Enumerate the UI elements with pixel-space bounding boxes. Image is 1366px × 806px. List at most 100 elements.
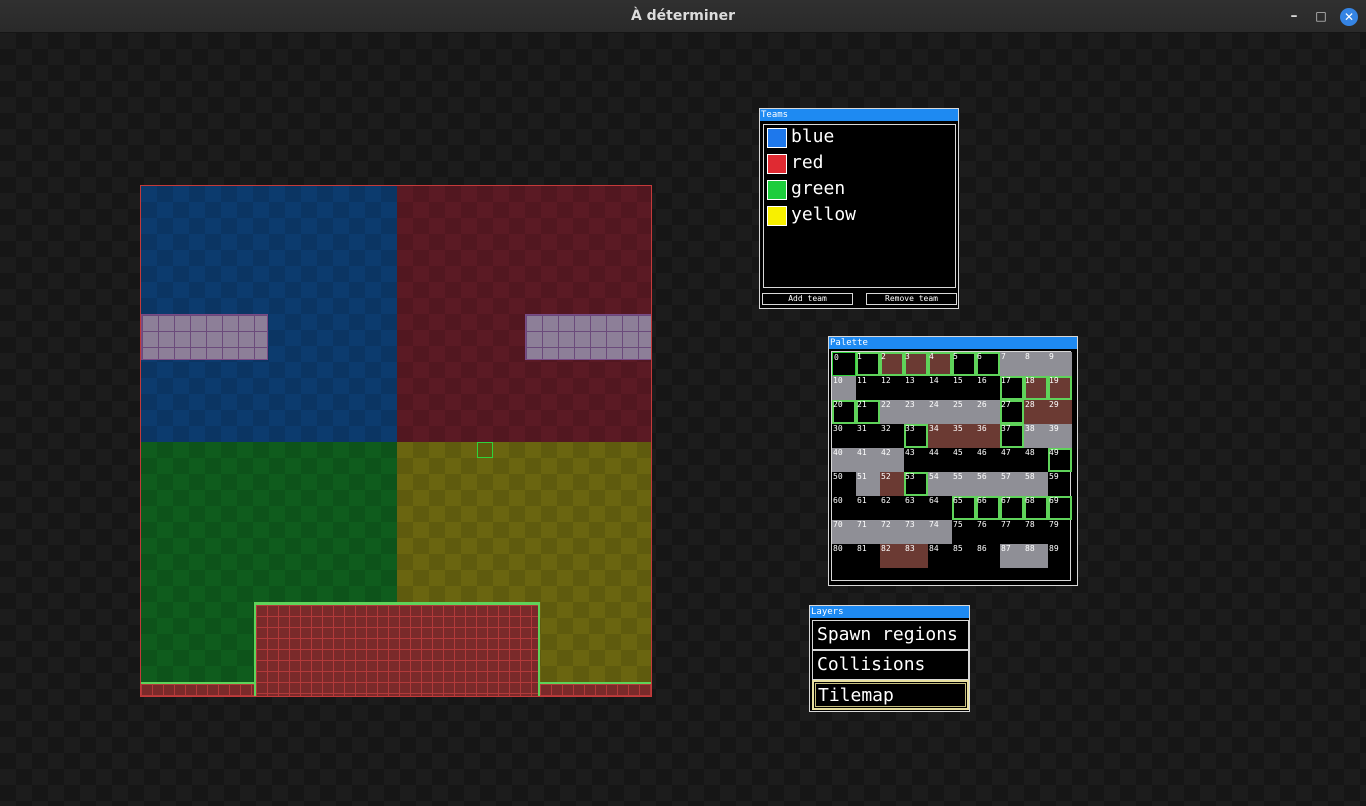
palette-tile[interactable]: 5	[952, 352, 976, 376]
palette-tile[interactable]: 57	[1000, 472, 1024, 496]
palette-tile[interactable]: 12	[880, 376, 904, 400]
palette-tile[interactable]: 19	[1048, 376, 1072, 400]
palette-tile[interactable]: 48	[1024, 448, 1048, 472]
palette-tile[interactable]: 42	[880, 448, 904, 472]
palette-tile[interactable]: 52	[880, 472, 904, 496]
palette-tile[interactable]: 71	[856, 520, 880, 544]
palette-tile[interactable]: 62	[880, 496, 904, 520]
palette-tile[interactable]: 43	[904, 448, 928, 472]
palette-tile[interactable]: 40	[832, 448, 856, 472]
palette-tile[interactable]: 2	[880, 352, 904, 376]
palette-tile[interactable]: 84	[928, 544, 952, 568]
palette-tile[interactable]: 74	[928, 520, 952, 544]
palette-tile[interactable]: 37	[1000, 424, 1024, 448]
palette-tile[interactable]: 82	[880, 544, 904, 568]
palette-tile[interactable]: 21	[856, 400, 880, 424]
palette-tile[interactable]: 46	[976, 448, 1000, 472]
palette-tile[interactable]: 50	[832, 472, 856, 496]
palette-tile[interactable]: 59	[1048, 472, 1072, 496]
remove-team-button[interactable]: Remove team	[866, 293, 957, 305]
palette-tile[interactable]: 9	[1048, 352, 1072, 376]
palette-tile[interactable]: 77	[1000, 520, 1024, 544]
palette-tile[interactable]: 7	[1000, 352, 1024, 376]
palette-tile[interactable]: 89	[1048, 544, 1072, 568]
palette-tile[interactable]: 86	[976, 544, 1000, 568]
palette-tile[interactable]: 1	[856, 352, 880, 376]
palette-tile[interactable]: 81	[856, 544, 880, 568]
palette-tile[interactable]: 47	[1000, 448, 1024, 472]
close-icon[interactable]: ✕	[1340, 8, 1358, 26]
palette-tile[interactable]: 38	[1024, 424, 1048, 448]
palette-tile[interactable]: 28	[1024, 400, 1048, 424]
palette-tile[interactable]: 67	[1000, 496, 1024, 520]
palette-tile[interactable]: 8	[1024, 352, 1048, 376]
palette-tile[interactable]: 30	[832, 424, 856, 448]
palette-tile[interactable]: 4	[928, 352, 952, 376]
palette-tile[interactable]: 34	[928, 424, 952, 448]
palette-tile[interactable]: 10	[832, 376, 856, 400]
palette-tile[interactable]: 61	[856, 496, 880, 520]
palette-tile[interactable]: 27	[1000, 400, 1024, 424]
layer-collisions[interactable]: Collisions	[812, 650, 969, 680]
palette-tile[interactable]: 39	[1048, 424, 1072, 448]
palette-tile[interactable]: 83	[904, 544, 928, 568]
palette-tile[interactable]: 65	[952, 496, 976, 520]
palette-tile[interactable]: 17	[1000, 376, 1024, 400]
palette-tile[interactable]: 53	[904, 472, 928, 496]
palette-tile[interactable]: 58	[1024, 472, 1048, 496]
layer-spawn-regions[interactable]: Spawn regions	[812, 620, 969, 650]
palette-tile[interactable]: 64	[928, 496, 952, 520]
palette-tile[interactable]: 69	[1048, 496, 1072, 520]
minimize-icon[interactable]: –	[1285, 8, 1303, 26]
palette-tile[interactable]: 49	[1048, 448, 1072, 472]
palette-tile[interactable]: 6	[976, 352, 1000, 376]
palette-tile[interactable]: 60	[832, 496, 856, 520]
palette-tile[interactable]: 87	[1000, 544, 1024, 568]
palette-tile[interactable]: 44	[928, 448, 952, 472]
palette-tile[interactable]: 0	[832, 352, 856, 376]
palette-tile[interactable]: 51	[856, 472, 880, 496]
palette-tile[interactable]: 23	[904, 400, 928, 424]
palette-tile[interactable]: 85	[952, 544, 976, 568]
palette-tile[interactable]: 22	[880, 400, 904, 424]
palette-tile[interactable]: 55	[952, 472, 976, 496]
palette-tile[interactable]: 20	[832, 400, 856, 424]
palette-tile[interactable]: 35	[952, 424, 976, 448]
tilemap-view[interactable]	[140, 185, 652, 697]
palette-tile[interactable]: 13	[904, 376, 928, 400]
palette-tile[interactable]: 14	[928, 376, 952, 400]
palette-tile[interactable]: 56	[976, 472, 1000, 496]
palette-tile[interactable]: 15	[952, 376, 976, 400]
maximize-icon[interactable]: □	[1312, 8, 1330, 26]
palette-tile[interactable]: 79	[1048, 520, 1072, 544]
palette-tile[interactable]: 45	[952, 448, 976, 472]
palette-tile[interactable]: 72	[880, 520, 904, 544]
palette-tile[interactable]: 18	[1024, 376, 1048, 400]
palette-tile[interactable]: 78	[1024, 520, 1048, 544]
palette-tile[interactable]: 26	[976, 400, 1000, 424]
palette-tile[interactable]: 41	[856, 448, 880, 472]
add-team-button[interactable]: Add team	[762, 293, 853, 305]
layer-tilemap[interactable]: Tilemap	[812, 680, 969, 710]
palette-tile[interactable]: 36	[976, 424, 1000, 448]
palette-tile[interactable]: 24	[928, 400, 952, 424]
palette-tile[interactable]: 54	[928, 472, 952, 496]
palette-tile[interactable]: 31	[856, 424, 880, 448]
palette-tile[interactable]: 11	[856, 376, 880, 400]
palette-tile[interactable]: 88	[1024, 544, 1048, 568]
palette-tile[interactable]: 76	[976, 520, 1000, 544]
palette-tile[interactable]: 80	[832, 544, 856, 568]
palette-tile[interactable]: 75	[952, 520, 976, 544]
palette-tile[interactable]: 3	[904, 352, 928, 376]
palette-tile[interactable]: 70	[832, 520, 856, 544]
palette-tile[interactable]: 73	[904, 520, 928, 544]
palette-tile[interactable]: 29	[1048, 400, 1072, 424]
palette-tile[interactable]: 32	[880, 424, 904, 448]
palette-tile[interactable]: 16	[976, 376, 1000, 400]
palette-tile[interactable]: 68	[1024, 496, 1048, 520]
editor-canvas[interactable]	[0, 33, 1366, 806]
palette-tile[interactable]: 25	[952, 400, 976, 424]
palette-tile[interactable]: 63	[904, 496, 928, 520]
palette-tile[interactable]: 33	[904, 424, 928, 448]
palette-tile[interactable]: 66	[976, 496, 1000, 520]
